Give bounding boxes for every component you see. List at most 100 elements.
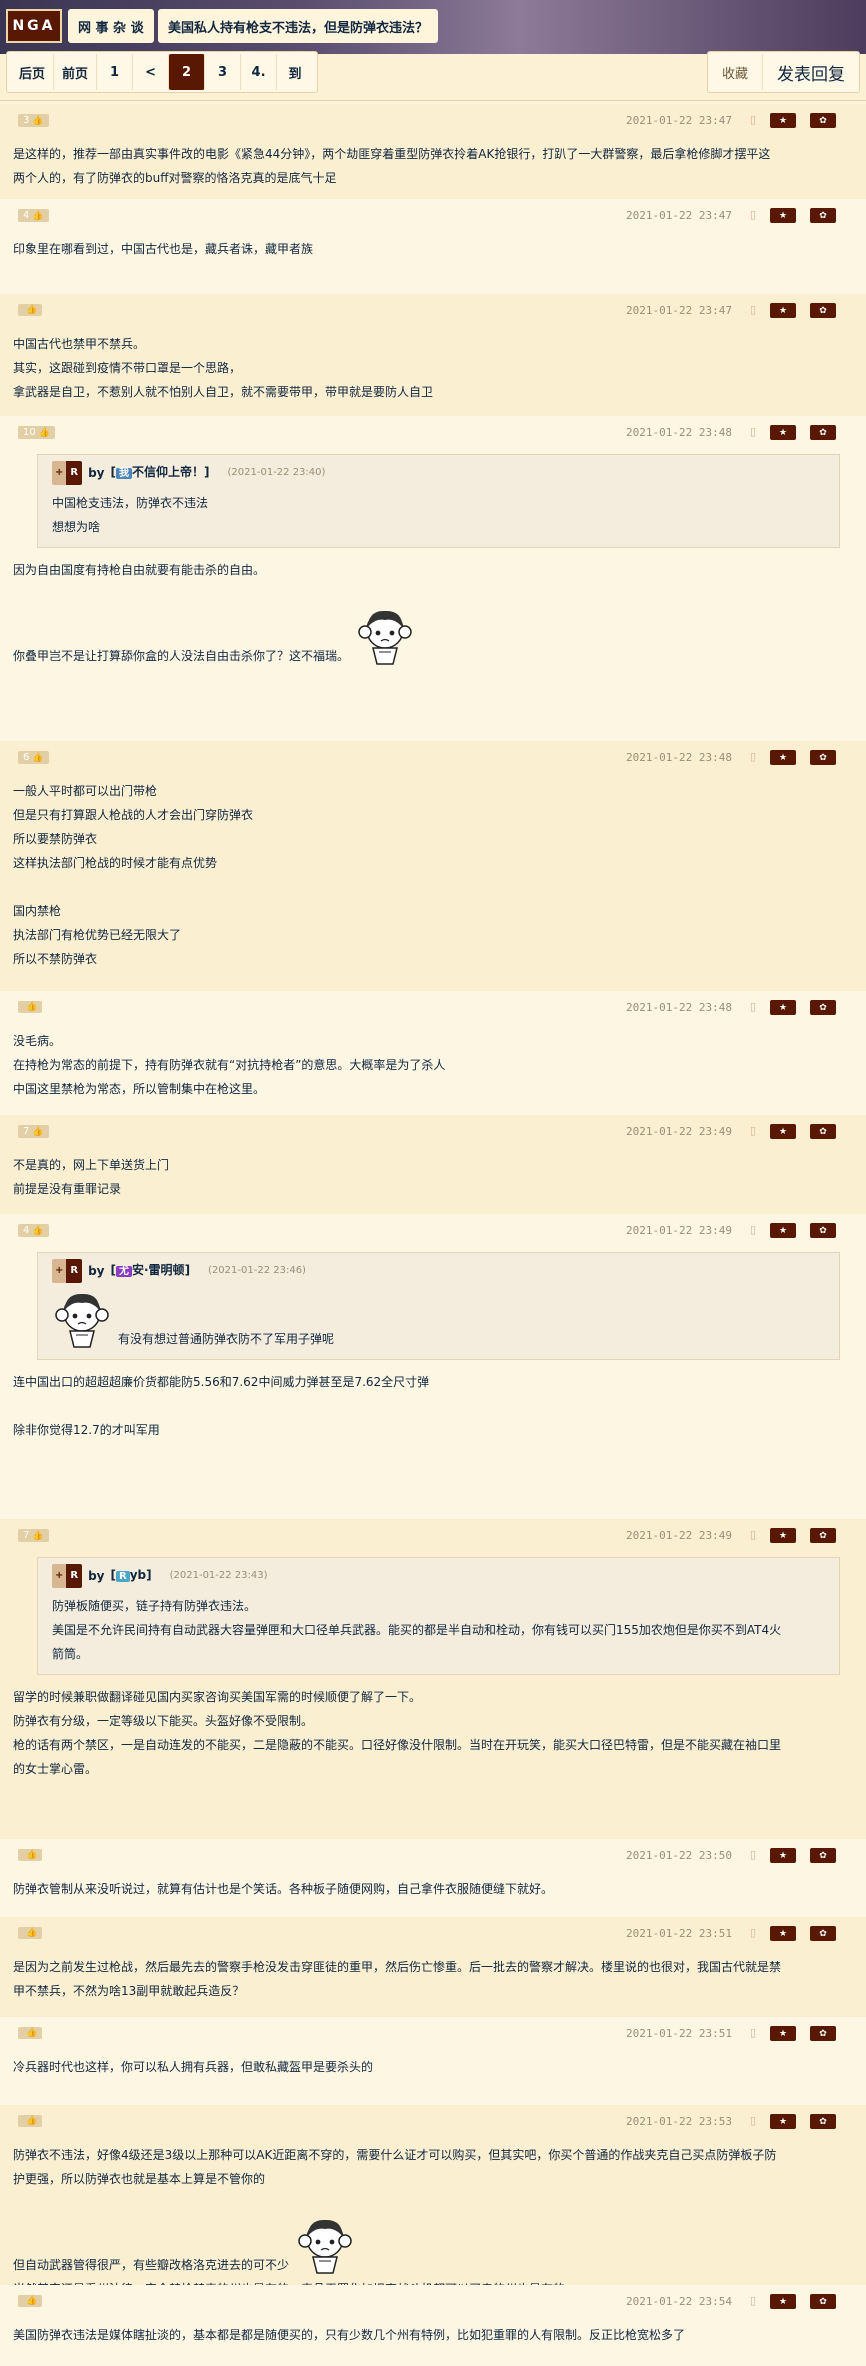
user-avatar: 尤 bbox=[116, 1266, 132, 1277]
like-badge[interactable]: 6 👍 bbox=[18, 751, 49, 764]
star-button[interactable]: ★ bbox=[770, 2026, 796, 2041]
quote-line: 有没有想过普通防弹衣防不了军用子弹呢 bbox=[52, 1289, 825, 1351]
post-header: 7 👍 2021-01-22 23:49 ▯ ★ ✿ bbox=[12, 1123, 854, 1143]
like-badge[interactable]: 7 👍 bbox=[18, 1125, 49, 1138]
reply-button[interactable]: 发表回复 bbox=[763, 54, 859, 90]
like-badge[interactable]: 7 👍 bbox=[18, 1529, 49, 1542]
post-line: 拿武器是自卫，不惹别人就不怕别人自卫，就不需要带甲，带甲就是要防人自卫 bbox=[13, 385, 434, 399]
settings-button[interactable]: ✿ bbox=[810, 303, 836, 318]
star-button[interactable]: ★ bbox=[770, 208, 796, 223]
like-badge[interactable]: 10 👍 bbox=[18, 426, 55, 439]
post: 4 👍 2021-01-22 23:49 ▯ ★ ✿ + Rby[尤安·雷明顿] (2021-0… bbox=[0, 1214, 866, 1519]
user-avatar: R bbox=[116, 1571, 130, 1582]
post-time: 2021-01-22 23:47 bbox=[626, 209, 732, 222]
gear-icon: ✿ bbox=[819, 305, 827, 316]
pager-next-page[interactable]: 后页 bbox=[11, 54, 55, 90]
star-button[interactable]: ★ bbox=[770, 425, 796, 440]
pager-page-3[interactable]: 3 bbox=[205, 54, 242, 90]
like-count: 4 bbox=[23, 1225, 30, 1236]
reply-tag[interactable]: + R bbox=[52, 461, 83, 485]
post-body: + Rby[Ryb] (2021-01-22 23:43) 防弹板随便买，链子持有防弹… bbox=[12, 1557, 854, 1781]
star-button[interactable]: ★ bbox=[770, 1926, 796, 1941]
post-line: 所以要禁防弹衣 bbox=[13, 832, 98, 846]
quote-user-link[interactable]: [我不信仰上帝！] bbox=[111, 460, 210, 486]
pager-page-1[interactable]: 1 bbox=[97, 54, 134, 90]
reply-tag[interactable]: + R bbox=[52, 1564, 83, 1588]
pager-lt[interactable]: < bbox=[133, 54, 170, 90]
star-button[interactable]: ★ bbox=[770, 1848, 796, 1863]
star-button[interactable]: ★ bbox=[770, 1223, 796, 1238]
settings-button[interactable]: ✿ bbox=[810, 1124, 836, 1139]
settings-button[interactable]: ✿ bbox=[810, 1848, 836, 1863]
sticker-image bbox=[355, 606, 415, 668]
post-time: 2021-01-22 23:50 bbox=[626, 1849, 732, 1862]
post-line: 没毛病。 bbox=[13, 1034, 62, 1048]
settings-button[interactable]: ✿ bbox=[810, 113, 836, 128]
star-button[interactable]: ★ bbox=[770, 1000, 796, 1015]
post-line: 这样执法部门枪战的时候才能有点优势 bbox=[13, 856, 218, 870]
post-header: 👍 2021-01-22 23:53 ▯ ★ ✿ bbox=[12, 2113, 854, 2133]
settings-button[interactable]: ✿ bbox=[810, 1000, 836, 1015]
star-button[interactable]: ★ bbox=[770, 113, 796, 128]
reply-tag[interactable]: + R bbox=[52, 1259, 83, 1283]
settings-button[interactable]: ✿ bbox=[810, 1528, 836, 1543]
star-button[interactable]: ★ bbox=[770, 750, 796, 765]
like-badge[interactable]: 👍 bbox=[18, 2027, 43, 2039]
post-line: 在持枪为常态的前提下，持有防弹衣就有“对抗持枪者”的意思。大概率是为了杀人 bbox=[13, 1058, 446, 1072]
post-line: 所以不禁防弹衣 bbox=[13, 952, 98, 966]
post-line: 两个人的，有了防弹衣的buff对警察的恪洛克真的是底气十足 bbox=[13, 171, 337, 185]
like-badge[interactable]: 👍 bbox=[18, 304, 43, 316]
settings-button[interactable]: ✿ bbox=[810, 2026, 836, 2041]
post-header: 👍 2021-01-22 23:50 ▯ ★ ✿ bbox=[12, 1847, 854, 1867]
breadcrumb-thread-title[interactable]: 美国私人持有枪支不违法，但是防弹衣违法？ bbox=[158, 9, 439, 43]
pager-goto[interactable]: 到 bbox=[277, 54, 313, 90]
settings-button[interactable]: ✿ bbox=[810, 2114, 836, 2129]
post-time: 2021-01-22 23:48 bbox=[626, 426, 732, 439]
quote-line: 箭筒。 bbox=[52, 1647, 89, 1661]
gear-icon: ✿ bbox=[819, 2028, 827, 2039]
star-button[interactable]: ★ bbox=[770, 1124, 796, 1139]
star-icon: ★ bbox=[778, 1225, 788, 1236]
like-badge[interactable]: 4 👍 bbox=[18, 1224, 49, 1237]
like-count: 3 bbox=[23, 115, 30, 126]
device-icon: ▯ bbox=[749, 113, 756, 126]
like-badge[interactable]: 👍 bbox=[18, 1001, 43, 1013]
like-badge[interactable]: 👍 bbox=[18, 2295, 43, 2307]
settings-button[interactable]: ✿ bbox=[810, 208, 836, 223]
pager-page-4[interactable]: 4. bbox=[241, 54, 278, 90]
gear-icon: ✿ bbox=[819, 1126, 827, 1137]
settings-button[interactable]: ✿ bbox=[810, 1223, 836, 1238]
settings-button[interactable]: ✿ bbox=[810, 2294, 836, 2309]
post-header: 4 👍 2021-01-22 23:47 ▯ ★ ✿ bbox=[12, 207, 854, 227]
post: 👍 2021-01-22 23:48 ▯ ★ ✿ 没毛病。 在持枪为常态的前提下，持有防弹衣… bbox=[0, 991, 866, 1115]
star-button[interactable]: ★ bbox=[770, 2114, 796, 2129]
quote-time: (2021-01-22 23:43) bbox=[169, 1570, 268, 1581]
post-line: 国内禁枪 bbox=[13, 904, 62, 918]
nga-logo[interactable]: NGA bbox=[6, 9, 62, 43]
star-button[interactable]: ★ bbox=[770, 303, 796, 318]
breadcrumb-forum[interactable]: 网 事 杂 谈 bbox=[68, 9, 154, 43]
star-icon: ★ bbox=[778, 1126, 788, 1137]
favorite-button[interactable]: 收藏 bbox=[708, 54, 763, 90]
gear-icon: ✿ bbox=[819, 210, 827, 221]
star-button[interactable]: ★ bbox=[770, 1528, 796, 1543]
quote-by: by bbox=[88, 466, 105, 480]
post-line: 是这样的，推荐一部由真实事件改的电影《紧急44分钟》，两个劫匪穿着重型防弹衣拎着… bbox=[13, 147, 771, 161]
pager-prev-page[interactable]: 前页 bbox=[54, 54, 98, 90]
like-badge[interactable]: 3 👍 bbox=[18, 114, 49, 127]
settings-button[interactable]: ✿ bbox=[810, 425, 836, 440]
like-badge[interactable]: 👍 bbox=[18, 2115, 43, 2127]
settings-button[interactable]: ✿ bbox=[810, 1926, 836, 1941]
like-badge[interactable]: 👍 bbox=[18, 1849, 43, 1861]
quote-user-link[interactable]: [尤安·雷明顿] bbox=[111, 1258, 190, 1284]
post-line: 前提是没有重罪记录 bbox=[13, 1182, 122, 1196]
pager-page-2-current[interactable]: 2 bbox=[169, 54, 206, 90]
like-badge[interactable]: 4 👍 bbox=[18, 209, 49, 222]
like-badge[interactable]: 👍 bbox=[18, 1927, 43, 1939]
star-button[interactable]: ★ bbox=[770, 2294, 796, 2309]
post-body: 是因为之前发生过枪战，然后最先去的警察手枪没发击穿匪徒的重甲，然后伤亡惨重。后一… bbox=[12, 1955, 854, 2003]
post-header: 3 👍 2021-01-22 23:47 ▯ ★ ✿ bbox=[12, 112, 854, 132]
quote-user-link[interactable]: [Ryb] bbox=[111, 1563, 152, 1589]
post-body: 美国防弹衣违法是媒体瞎扯淡的，基本都是都是随便买的，只有少数几个州有特例，比如犯… bbox=[12, 2323, 854, 2347]
settings-button[interactable]: ✿ bbox=[810, 750, 836, 765]
